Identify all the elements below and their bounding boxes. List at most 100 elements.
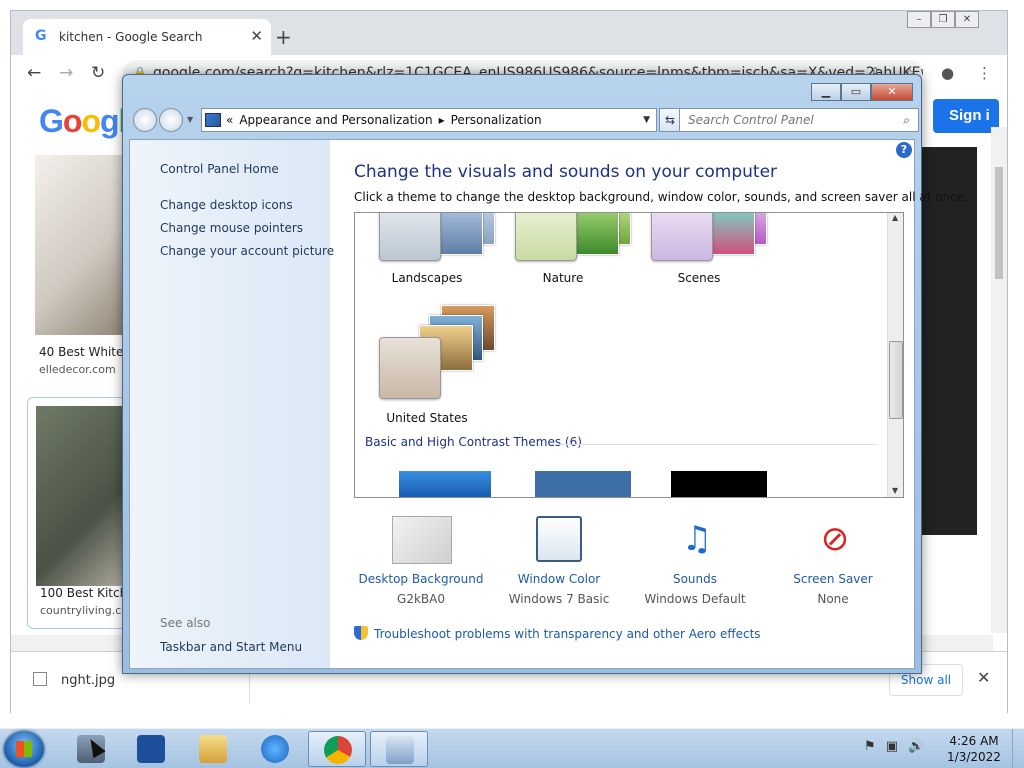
menu-icon[interactable]: ⋮ <box>977 64 992 82</box>
profile-icon[interactable]: ● <box>941 64 954 82</box>
setting-name[interactable]: Window Color <box>494 572 624 586</box>
window-color-setting[interactable]: Window Color Windows 7 Basic <box>494 512 624 612</box>
new-tab-icon[interactable]: + <box>275 25 292 49</box>
result-source: countryliving.co <box>40 604 128 617</box>
close-button[interactable]: ✕ <box>955 11 979 28</box>
chrome-icon <box>324 736 352 764</box>
setting-name[interactable]: Screen Saver <box>768 572 898 586</box>
google-favicon-icon: G <box>35 28 47 44</box>
image-result[interactable]: 40 Best White K elledecor.com <box>27 155 137 385</box>
setting-value: None <box>817 592 849 606</box>
action-center-icon[interactable]: ⚑ <box>864 739 876 754</box>
desktop-background-setting[interactable]: Desktop Background G2kBA0 <box>356 512 486 612</box>
left-nav-pane: Control Panel Home Change desktop icons … <box>130 140 334 668</box>
minimize-button[interactable]: ▁ <box>811 83 841 101</box>
setting-value: Windows Default <box>644 592 746 606</box>
address-dropdown-icon[interactable]: ▼ <box>643 109 650 131</box>
page-title: Change the visuals and sounds on your co… <box>354 162 778 182</box>
reload-icon[interactable]: ↻ <box>91 63 105 83</box>
theme-windows-7-basic[interactable] <box>399 471 491 497</box>
image-file-icon <box>33 672 47 686</box>
tab-strip: G kitchen - Google Search ✕ + – ❐ ✕ <box>11 11 1007 55</box>
breadcrumb-separator[interactable]: ▸ <box>439 113 445 127</box>
help-icon[interactable]: ? <box>896 142 912 158</box>
change-mouse-pointers-link[interactable]: Change mouse pointers <box>160 221 303 235</box>
search-placeholder: Search Control Panel <box>688 113 814 127</box>
address-bar[interactable]: « Appearance and Personalization ▸ Personal… <box>201 108 657 132</box>
scroll-thumb[interactable] <box>889 341 903 419</box>
folder-icon <box>199 735 227 763</box>
show-desktop-button[interactable] <box>1012 729 1024 768</box>
taskbar-explorer[interactable] <box>184 731 242 767</box>
change-desktop-icons-link[interactable]: Change desktop icons <box>160 198 293 212</box>
theme-list[interactable]: Landscapes Nature Scenes United States B… <box>354 212 904 498</box>
theme-label: Nature <box>542 271 584 285</box>
taskbar: ⚑ ▣ 🔊 4:26 AM 1/3/2022 <box>0 728 1024 768</box>
theme-list-scrollbar[interactable]: ▲ ▼ <box>887 213 903 497</box>
close-tab-icon[interactable]: ✕ <box>250 27 263 45</box>
theme-label: United States <box>386 411 468 425</box>
minimize-button[interactable]: – <box>907 11 931 28</box>
setting-name[interactable]: Desktop Background <box>356 572 486 586</box>
change-account-picture-link[interactable]: Change your account picture <box>160 244 334 258</box>
breadcrumb-appearance[interactable]: Appearance and Personalization <box>239 113 432 127</box>
taskbar-start-menu-link[interactable]: Taskbar and Start Menu <box>160 640 302 654</box>
browser-tab[interactable]: G kitchen - Google Search ✕ <box>23 19 271 55</box>
forward-button[interactable] <box>159 108 183 132</box>
setting-name[interactable]: Sounds <box>630 572 760 586</box>
sounds-setting[interactable]: ♫ Sounds Windows Default <box>630 512 760 612</box>
clock[interactable]: 4:26 AM 1/3/2022 <box>936 733 1012 765</box>
page-description: Click a theme to change the desktop back… <box>354 190 968 204</box>
back-button[interactable] <box>133 108 157 132</box>
theme-scenes[interactable]: Scenes <box>637 213 767 289</box>
recent-pages-dropdown-icon[interactable]: ▼ <box>187 115 193 124</box>
scroll-down-icon[interactable]: ▼ <box>892 486 898 495</box>
basic-themes-header: Basic and High Contrast Themes (6) <box>365 435 582 449</box>
restore-button[interactable]: ❐ <box>931 11 955 28</box>
start-button[interactable] <box>4 731 44 767</box>
volume-icon[interactable]: 🔊 <box>908 739 924 754</box>
internet-explorer-icon <box>261 735 289 763</box>
navigation-row: ▼ « Appearance and Personalization ▸ Person… <box>131 107 919 133</box>
theme-preview <box>651 213 771 263</box>
close-downloads-icon[interactable]: ✕ <box>977 668 990 687</box>
download-item[interactable]: nght.jpg <box>33 672 115 688</box>
maximize-button[interactable]: ▭ <box>841 83 871 101</box>
taskbar-internet-explorer[interactable] <box>246 731 304 767</box>
refresh-button[interactable]: ⇆ <box>659 108 681 132</box>
sign-in-button[interactable]: Sign i <box>933 99 999 133</box>
window-body: Control Panel Home Change desktop icons … <box>129 139 968 669</box>
theme-united-states[interactable]: United States <box>365 305 495 425</box>
theme-landscapes[interactable]: Landscapes <box>365 213 495 289</box>
sounds-icon: ♫ <box>681 519 713 559</box>
forward-icon[interactable]: → <box>59 63 73 83</box>
taskbar-control-panel[interactable] <box>370 731 428 767</box>
breadcrumb-overflow[interactable]: « <box>226 113 233 127</box>
troubleshoot-link[interactable]: Troubleshoot problems with transparency … <box>354 626 761 641</box>
theme-windows-classic[interactable] <box>535 471 631 497</box>
network-icon[interactable]: ▣ <box>886 739 898 754</box>
image-preview-panel <box>919 147 977 535</box>
powershell-icon <box>137 735 165 763</box>
control-panel-home-link[interactable]: Control Panel Home <box>160 162 279 176</box>
theme-high-contrast[interactable] <box>671 471 767 497</box>
search-input[interactable]: Search Control Panel ⌕ <box>679 108 919 132</box>
see-also-label: See also <box>160 616 211 630</box>
setting-value: Windows 7 Basic <box>508 592 610 606</box>
taskbar-powershell[interactable] <box>122 731 180 767</box>
result-caption[interactable]: 100 Best Kitche <box>40 586 135 600</box>
screen-saver-setting[interactable]: ⊘ Screen Saver None <box>768 512 898 612</box>
search-icon[interactable]: ⌕ <box>903 109 910 131</box>
back-icon[interactable]: ← <box>27 63 41 83</box>
theme-nature[interactable]: Nature <box>501 213 631 289</box>
breadcrumb: « Appearance and Personalization ▸ Personal… <box>226 109 548 131</box>
main-pane: ? Change the visuals and sounds on your … <box>330 140 968 668</box>
close-button[interactable]: ✕ <box>871 83 913 101</box>
troubleshoot-text[interactable]: Troubleshoot problems with transparency … <box>374 627 761 641</box>
scroll-thumb[interactable] <box>995 167 1003 279</box>
vertical-scrollbar[interactable] <box>991 127 1007 633</box>
breadcrumb-personalization[interactable]: Personalization <box>451 113 542 127</box>
result-caption[interactable]: 40 Best White K <box>39 345 135 359</box>
taskbar-chrome[interactable] <box>308 731 366 767</box>
scroll-up-icon[interactable]: ▲ <box>892 213 898 222</box>
